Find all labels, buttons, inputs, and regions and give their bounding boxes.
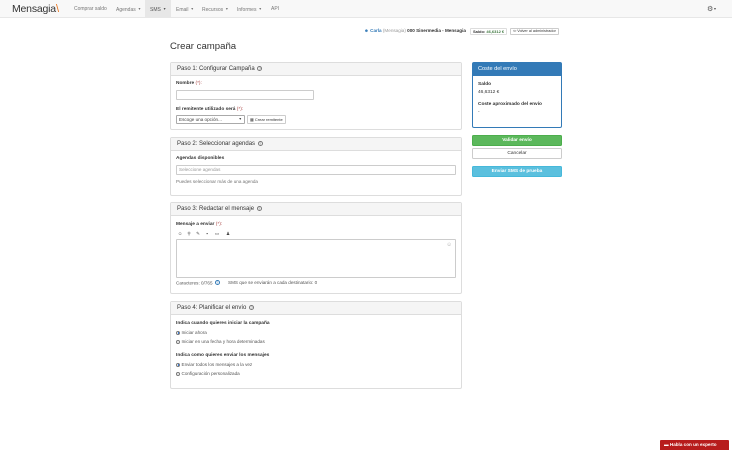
sender-select[interactable]: Escoge una opción... ▼ <box>176 115 245 124</box>
caret-down-icon: ▼ <box>258 7 262 11</box>
chevron-down-icon: ▼ <box>238 117 242 121</box>
brand-logo[interactable]: Mensagia\ <box>12 3 59 15</box>
caret-down-icon: ▼ <box>137 7 142 11</box>
create-sender-button[interactable]: ▦ Crear remitente <box>247 115 286 124</box>
user-subtitle: (Mensagia) <box>382 28 406 33</box>
send-test-sms-button[interactable]: Enviar SMS de prueba <box>472 166 562 177</box>
page-title: Crear campaña <box>170 41 237 52</box>
calendar-icon: ▦ <box>250 117 254 122</box>
step4-panel: Paso 4: Planificar el envío ? Indica cua… <box>170 301 462 389</box>
caret-down-icon: ▼ <box>225 7 229 11</box>
step3-header: Paso 3: Redactar el mensaje ? <box>171 203 461 216</box>
cost-header: Coste del envío <box>473 63 561 76</box>
radio-dot[interactable] <box>176 330 180 335</box>
nav-agendas[interactable]: Agendas ▼ <box>116 0 141 18</box>
step4-header: Paso 4: Planificar el envío ? <box>171 302 461 315</box>
gear-icon[interactable]: ⚙▼ <box>707 5 717 14</box>
image-icon[interactable]: ▪ <box>203 230 211 237</box>
step2-header: Paso 2: Seleccionar agendas ? <box>171 138 461 151</box>
step1-panel: Paso 1: Configurar Campaña ? Nombre (*):… <box>170 62 462 130</box>
nav-comprar-saldo[interactable]: Comprar saldo <box>74 0 107 18</box>
user-icon: ☻ <box>364 28 369 33</box>
radio-dot[interactable] <box>176 371 180 376</box>
radio-start-scheduled[interactable]: Iniciar en una fecha y hora determinadas <box>176 339 265 345</box>
back-arrow-icon: ⇦ <box>513 29 517 33</box>
radio-send-all[interactable]: Enviar todos los mensajes a la vez <box>176 362 252 368</box>
cost-approx-label: Coste aproximado del envío <box>478 102 542 107</box>
cost-approx-value: - <box>478 110 480 115</box>
step1-header: Paso 1: Configurar Campaña ? <box>171 63 461 76</box>
radio-dot[interactable] <box>176 339 180 344</box>
validate-button[interactable]: Validar envío <box>472 135 562 146</box>
nav-informes[interactable]: Informes ▼ <box>237 0 262 18</box>
template-icon[interactable]: ▭ <box>213 230 221 237</box>
how-label: Indica como quieres enviar los mensajes <box>176 353 270 358</box>
cost-saldo-label: Saldo <box>478 82 492 87</box>
cancel-button[interactable]: Cancelar <box>472 148 562 159</box>
nav-email[interactable]: Email ▼ <box>176 0 194 18</box>
agendas-input[interactable]: Seleccione agendas <box>176 165 456 175</box>
message-label: Mensaje a enviar (*): <box>176 222 223 227</box>
message-toolbar: ☺ ⚲ ✎ ▪ ▭ ♟ <box>176 230 236 238</box>
account-info: ☻ Carla (Mensagia) 000 Sinermedia - Mens… <box>364 28 466 34</box>
radio-start-now[interactable]: Iniciar ahora <box>176 330 207 336</box>
help-icon[interactable]: ? <box>256 205 262 211</box>
help-icon[interactable]: ? <box>257 65 263 71</box>
sender-label: El remitente utilizado será (*): <box>176 107 244 112</box>
cost-panel: Coste del envío Saldo 46,6312 € Coste ap… <box>472 62 562 128</box>
radio-dot[interactable] <box>176 362 180 367</box>
chat-expert-button[interactable]: ▬ Habla con un experto <box>660 440 729 450</box>
company-name: 000 Sinermedia - Mensagia <box>407 28 466 33</box>
radio-custom-config[interactable]: Configuración personalizada <box>176 371 240 377</box>
chat-icon: ▬ <box>664 442 669 447</box>
contact-field-icon[interactable]: ♟ <box>224 230 232 237</box>
user-name[interactable]: Carla <box>370 28 382 33</box>
top-navbar: Mensagia\ Comprar saldo Agendas ▼ SMS ▼ Em… <box>0 0 732 18</box>
nav-recursos[interactable]: Recursos ▼ <box>202 0 229 18</box>
help-icon[interactable]: ? <box>249 304 255 310</box>
help-icon[interactable]: ? <box>214 280 220 285</box>
step2-panel: Paso 2: Seleccionar agendas ? Agendas di… <box>170 137 462 196</box>
saldo-badge: Saldo: 46,6312 € <box>470 28 508 35</box>
message-textarea[interactable]: ☺ <box>176 239 456 278</box>
sms-count: SMS que se enviarán a cada destinatario:… <box>228 280 318 285</box>
when-label: Indica cuando quieres iniciar la campaña <box>176 321 270 326</box>
help-icon[interactable]: ? <box>257 140 263 146</box>
char-counter: Caracteres: 0/765 ? <box>176 280 220 286</box>
back-to-admin-button[interactable]: ⇦ Volver al administrador <box>510 28 559 35</box>
name-label: Nombre (*): <box>176 81 202 86</box>
nav-api[interactable]: API <box>271 0 279 18</box>
caret-down-icon: ▼ <box>162 7 167 11</box>
link-icon[interactable]: ⚲ <box>185 230 193 237</box>
agendas-help: Puedes seleccionar más de una agenda <box>176 179 258 184</box>
step3-panel: Paso 3: Redactar el mensaje ? Mensaje a … <box>170 202 462 294</box>
emoji-picker-icon[interactable]: ☺ <box>446 242 452 248</box>
emoji-icon[interactable]: ☺ <box>176 230 184 237</box>
caret-down-icon: ▼ <box>190 7 194 11</box>
name-input[interactable] <box>176 90 314 100</box>
nav-sms[interactable]: SMS ▼ <box>145 0 172 18</box>
tag-icon[interactable]: ✎ <box>194 230 202 237</box>
cost-saldo-value: 46,6312 € <box>478 90 500 95</box>
agendas-label: Agendas disponibles <box>176 156 225 161</box>
